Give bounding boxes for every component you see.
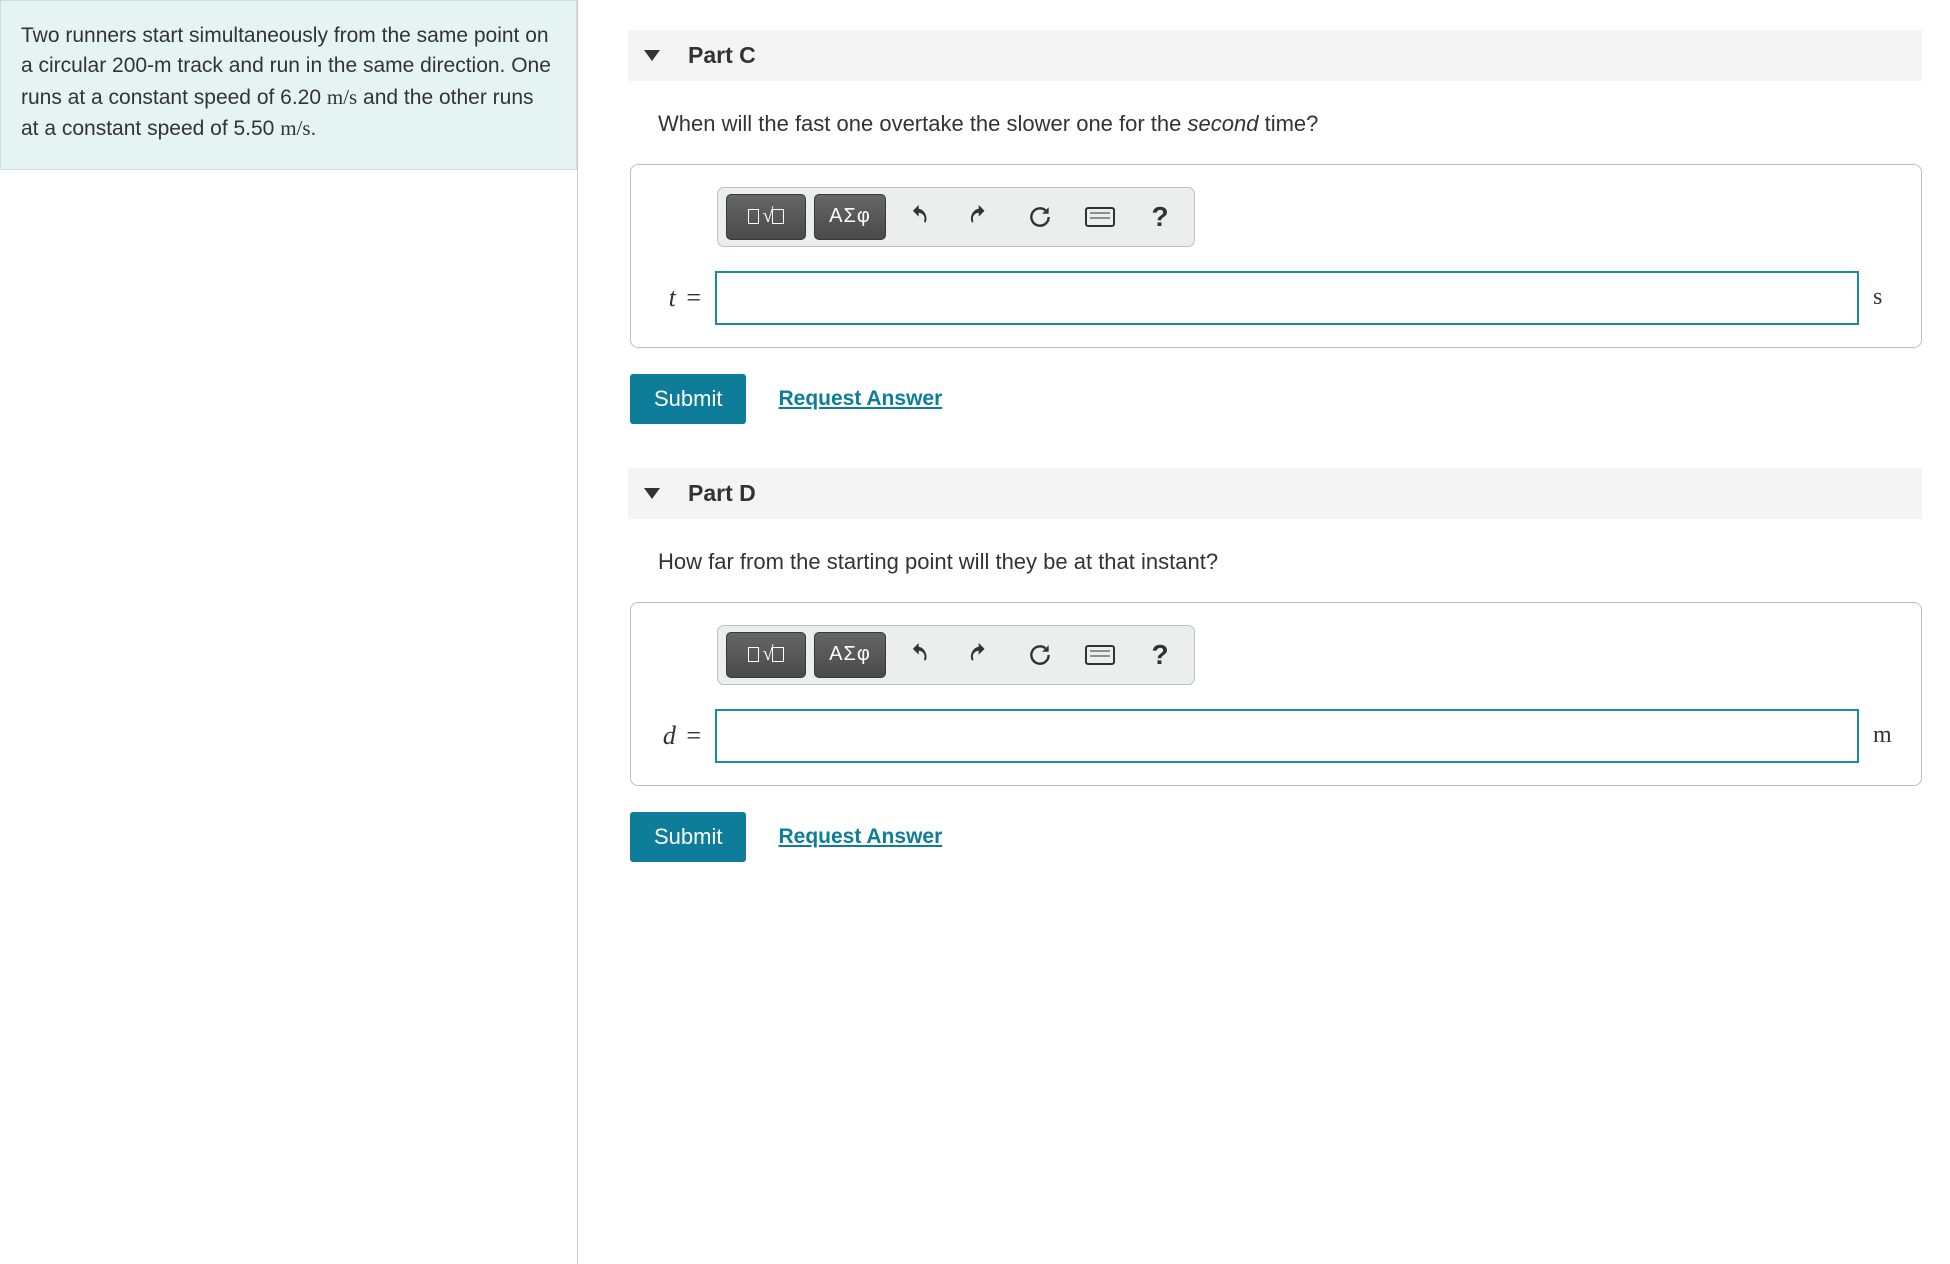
question-text-d: How far from the starting point will the… bbox=[658, 547, 1922, 578]
request-answer-link[interactable]: Request Answer bbox=[778, 825, 942, 849]
problem-unit-2: m/s bbox=[280, 116, 310, 140]
part-header-d[interactable]: Part D bbox=[628, 468, 1922, 519]
actions-row-c: Submit Request Answer bbox=[630, 374, 1922, 424]
question-text-c: When will the fast one overtake the slow… bbox=[658, 109, 1922, 140]
question-pre: How far from the starting point will the… bbox=[658, 549, 1218, 574]
unit-label: m bbox=[1873, 722, 1899, 749]
question-post: time? bbox=[1258, 111, 1318, 136]
part-label: Part C bbox=[688, 42, 756, 69]
redo-icon bbox=[967, 642, 993, 668]
redo-button[interactable] bbox=[954, 194, 1006, 240]
keyboard-button[interactable] bbox=[1074, 194, 1126, 240]
part-label: Part D bbox=[688, 480, 756, 507]
keyboard-icon bbox=[1085, 645, 1115, 665]
keyboard-button[interactable] bbox=[1074, 632, 1126, 678]
answer-panel: Part C When will the fast one overtake t… bbox=[578, 0, 1950, 1264]
templates-icon: √ bbox=[748, 643, 785, 666]
problem-panel: Two runners start simultaneously from th… bbox=[0, 0, 578, 1264]
redo-icon bbox=[967, 204, 993, 230]
greek-button[interactable]: ΑΣφ bbox=[814, 632, 886, 678]
submit-button[interactable]: Submit bbox=[630, 374, 746, 424]
caret-down-icon bbox=[644, 50, 660, 61]
question-pre: When will the fast one overtake the slow… bbox=[658, 111, 1188, 136]
answer-input-d[interactable] bbox=[715, 709, 1859, 763]
problem-text-3: . bbox=[311, 117, 317, 140]
help-button[interactable]: ? bbox=[1134, 194, 1186, 240]
actions-row-d: Submit Request Answer bbox=[630, 812, 1922, 862]
problem-statement: Two runners start simultaneously from th… bbox=[0, 0, 577, 170]
unit-label: s bbox=[1873, 284, 1899, 311]
question-emphasis: second bbox=[1188, 111, 1259, 136]
keyboard-icon bbox=[1085, 207, 1115, 227]
help-button[interactable]: ? bbox=[1134, 632, 1186, 678]
undo-button[interactable] bbox=[894, 632, 946, 678]
reset-icon bbox=[1027, 642, 1053, 668]
reset-button[interactable] bbox=[1014, 194, 1066, 240]
variable-label: d = bbox=[653, 721, 701, 751]
answer-row: d = m bbox=[653, 709, 1899, 763]
request-answer-link[interactable]: Request Answer bbox=[778, 387, 942, 411]
templates-icon: √ bbox=[748, 205, 785, 228]
answer-box-d: √ ΑΣφ ? d = m bbox=[630, 602, 1922, 786]
equation-toolbar: √ ΑΣφ ? bbox=[717, 625, 1195, 685]
part-header-c[interactable]: Part C bbox=[628, 30, 1922, 81]
reset-button[interactable] bbox=[1014, 632, 1066, 678]
caret-down-icon bbox=[644, 488, 660, 499]
problem-unit-1: m/s bbox=[327, 85, 357, 109]
submit-button[interactable]: Submit bbox=[630, 812, 746, 862]
variable-label: t = bbox=[653, 283, 701, 313]
answer-box-c: √ ΑΣφ ? t = s bbox=[630, 164, 1922, 348]
templates-button[interactable]: √ bbox=[726, 194, 806, 240]
undo-icon bbox=[907, 642, 933, 668]
answer-row: t = s bbox=[653, 271, 1899, 325]
greek-button[interactable]: ΑΣφ bbox=[814, 194, 886, 240]
reset-icon bbox=[1027, 204, 1053, 230]
undo-button[interactable] bbox=[894, 194, 946, 240]
redo-button[interactable] bbox=[954, 632, 1006, 678]
undo-icon bbox=[907, 204, 933, 230]
templates-button[interactable]: √ bbox=[726, 632, 806, 678]
equation-toolbar: √ ΑΣφ ? bbox=[717, 187, 1195, 247]
answer-input-t[interactable] bbox=[715, 271, 1859, 325]
